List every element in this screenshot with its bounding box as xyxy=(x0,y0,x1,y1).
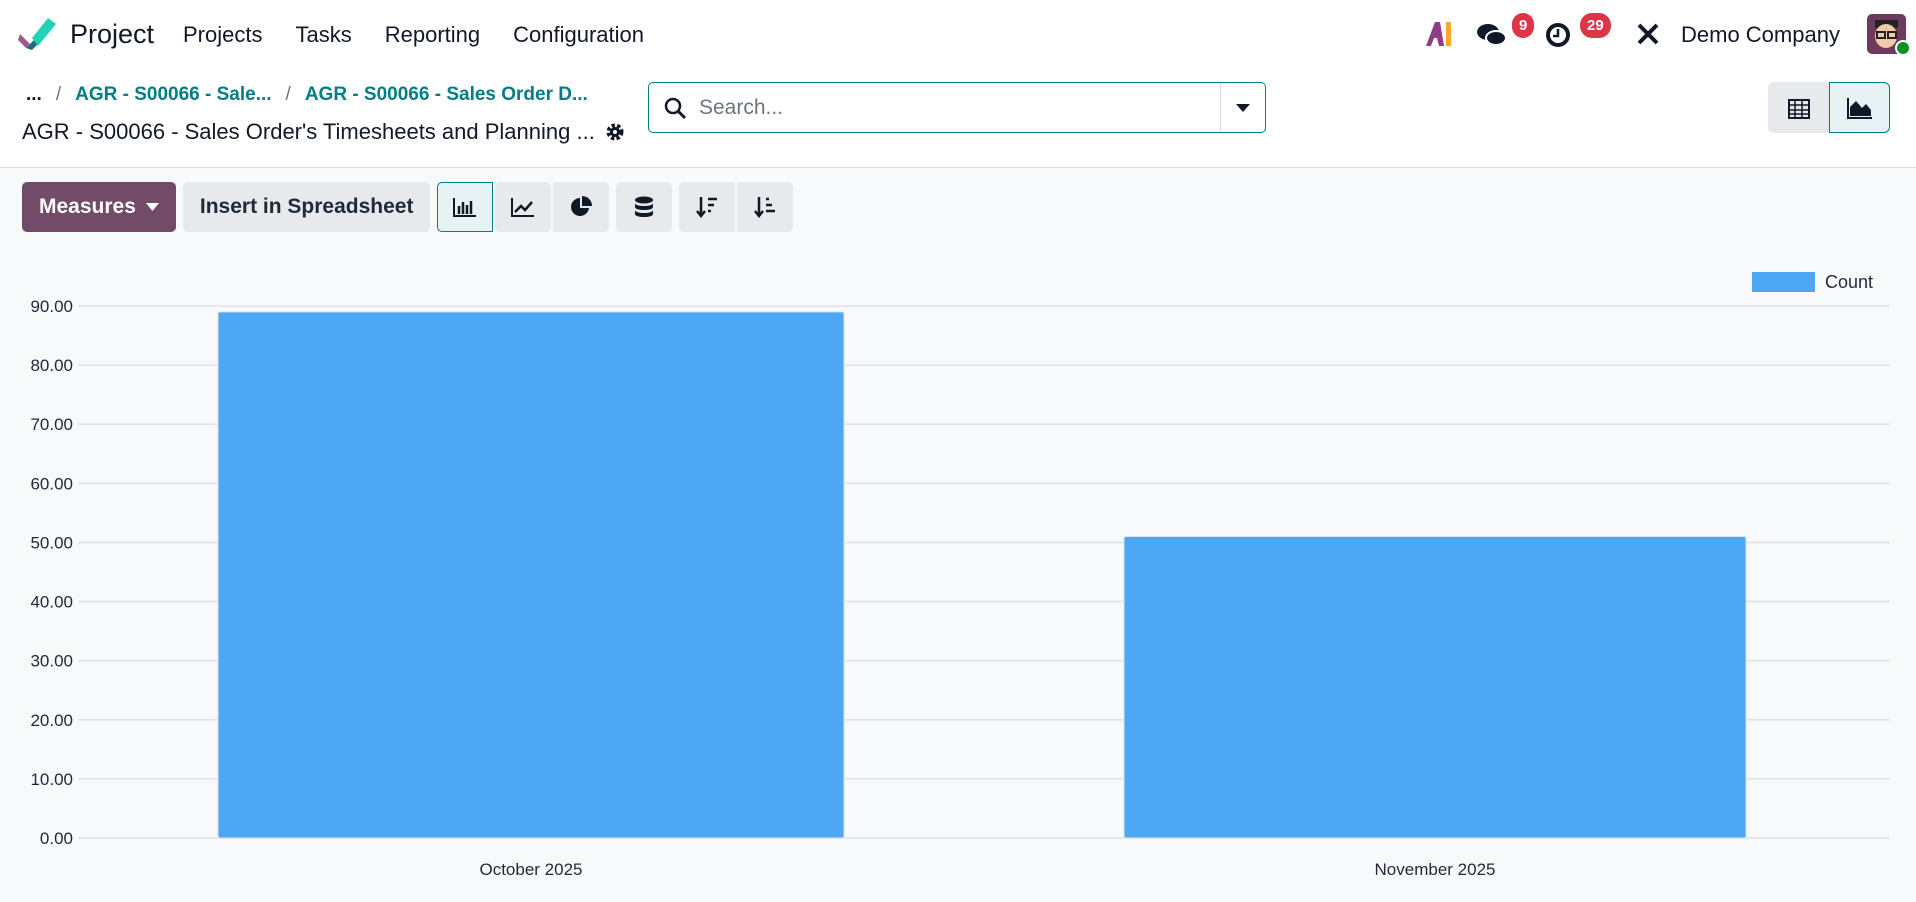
search-options-toggle[interactable] xyxy=(1220,83,1265,132)
bar-chart: 0.00 10.00 20.00 30.00 40.00 50.00 60.00 70.00 8… xyxy=(30,272,1890,879)
menu-projects[interactable]: Projects xyxy=(183,22,262,48)
menu-reporting[interactable]: Reporting xyxy=(385,22,480,48)
search-input[interactable] xyxy=(699,95,1220,120)
y-tick-label: 80.00 xyxy=(30,356,73,375)
project-logo-icon[interactable] xyxy=(18,16,58,52)
sort-ascending-icon xyxy=(754,197,776,218)
bar-november-2025 xyxy=(1123,536,1747,839)
search-bar xyxy=(648,82,1266,133)
chart-type-group xyxy=(437,182,610,232)
y-tick-label: 90.00 xyxy=(30,297,73,316)
pie-chart-icon xyxy=(571,196,593,216)
sort-descending-icon xyxy=(696,197,718,218)
online-status-dot xyxy=(1895,40,1911,56)
view-switcher xyxy=(1768,82,1890,133)
measures-dropdown[interactable]: Measures xyxy=(22,182,176,232)
measures-label: Measures xyxy=(39,195,136,218)
y-tick-label: 70.00 xyxy=(30,415,73,434)
ai-icon[interactable] xyxy=(1426,22,1454,46)
sort-ascending-button[interactable] xyxy=(737,182,794,232)
menu-configuration[interactable]: Configuration xyxy=(513,22,644,48)
breadcrumb-ellipsis[interactable]: ... xyxy=(26,84,42,106)
legend-swatch xyxy=(1752,272,1815,292)
table-icon xyxy=(1787,98,1810,119)
line-chart-icon xyxy=(511,198,535,217)
graph-toolbar: Measures Insert in Spreadsheet xyxy=(22,182,794,232)
systray: 9 29 Demo Company xyxy=(1400,0,1916,70)
area-chart-icon xyxy=(1846,97,1872,119)
company-name[interactable]: Demo Company xyxy=(1681,22,1840,48)
breadcrumb-item[interactable]: AGR - S00066 - Sales Order D... xyxy=(305,84,588,106)
page-title: AGR - S00066 - Sales Order's Timesheets … xyxy=(22,119,625,145)
breadcrumb-separator: / xyxy=(285,84,291,105)
user-avatar[interactable] xyxy=(1867,14,1911,56)
sort-descending-button[interactable] xyxy=(679,182,736,232)
app-name[interactable]: Project xyxy=(70,19,154,50)
activities-clock-icon[interactable] xyxy=(1545,22,1571,48)
menu-tasks[interactable]: Tasks xyxy=(295,22,351,48)
y-tick-label: 60.00 xyxy=(30,474,73,493)
main-menu: Projects Tasks Reporting Configuration xyxy=(183,22,644,48)
messages-badge: 9 xyxy=(1512,13,1535,38)
graph-view-button[interactable] xyxy=(1829,82,1890,133)
y-tick-label: 30.00 xyxy=(30,652,73,671)
stacked-button[interactable] xyxy=(616,182,673,232)
x-tick-label: November 2025 xyxy=(1375,860,1496,879)
messages-icon[interactable] xyxy=(1476,22,1508,48)
gear-icon[interactable] xyxy=(605,122,625,142)
x-tick-label: October 2025 xyxy=(479,860,582,879)
pivot-view-button[interactable] xyxy=(1768,82,1829,133)
caret-down-icon xyxy=(1236,103,1250,112)
activities-badge: 29 xyxy=(1580,13,1611,38)
pie-chart-button[interactable] xyxy=(553,182,610,232)
y-tick-label: 40.00 xyxy=(30,593,73,612)
control-panel: ... / AGR - S00066 - Sale... / AGR - S00… xyxy=(0,70,1916,168)
insert-in-spreadsheet-button[interactable]: Insert in Spreadsheet xyxy=(182,182,431,232)
y-tick-label: 10.00 xyxy=(30,770,73,789)
breadcrumb: ... / AGR - S00066 - Sale... / AGR - S00… xyxy=(26,84,588,106)
database-icon xyxy=(635,196,654,217)
bar-chart-button[interactable] xyxy=(437,182,494,232)
y-tick-label: 50.00 xyxy=(30,533,73,552)
search-icon xyxy=(664,97,687,119)
y-tick-label: 0.00 xyxy=(40,829,73,848)
line-chart-button[interactable] xyxy=(495,182,552,232)
page-title-text: AGR - S00066 - Sales Order's Timesheets … xyxy=(22,119,595,144)
breadcrumb-item[interactable]: AGR - S00066 - Sale... xyxy=(75,84,271,106)
bar-october-2025 xyxy=(217,311,845,839)
y-tick-label: 20.00 xyxy=(30,711,73,730)
sort-group xyxy=(679,182,794,232)
navbar: Project Projects Tasks Reporting Configu… xyxy=(0,0,1916,70)
legend-label[interactable]: Count xyxy=(1825,272,1873,292)
bar-chart-icon xyxy=(453,198,477,217)
caret-down-icon xyxy=(145,203,159,211)
debug-tools-icon[interactable] xyxy=(1636,22,1660,46)
breadcrumb-separator: / xyxy=(55,84,62,105)
insert-label: Insert in Spreadsheet xyxy=(199,195,414,218)
